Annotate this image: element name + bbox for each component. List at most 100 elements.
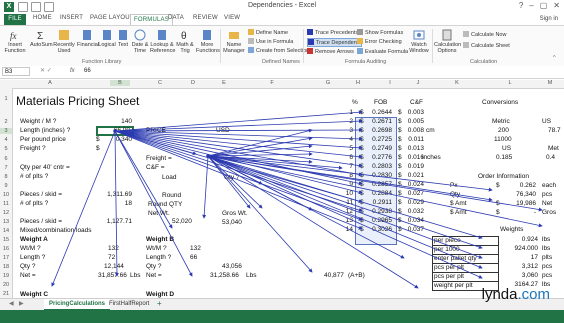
column-header[interactable]: L [500,80,520,86]
formula-auditing-group-label: Formula Auditing [345,59,387,65]
use-in-formula-button[interactable]: Use in Formula [248,38,293,45]
trace-dependents-button[interactable]: Trace Dependents [307,38,363,47]
row-header[interactable]: 17 [0,255,12,261]
logical-button[interactable]: Logical [98,29,116,48]
row-header[interactable]: 15 [0,237,12,243]
column-header[interactable]: B [110,80,130,86]
evaluate-formula-button[interactable]: Evaluate Formula [357,48,408,55]
tab-file[interactable]: FILE [4,14,26,25]
column-header[interactable]: F [262,80,282,86]
help-icon[interactable]: ? [519,1,523,10]
remove-arrows-button[interactable]: Remove Arrows [307,48,354,55]
row-header[interactable]: 11 [0,201,12,207]
tab-view[interactable]: VIEW [224,15,240,21]
collapse-ribbon-icon[interactable]: ^ [553,55,556,61]
more-functions-button[interactable]: More Functions [196,29,220,54]
column-header[interactable]: G [318,80,338,86]
row-header[interactable]: 7 [0,165,12,171]
group-separator [303,29,304,63]
recently-used-button[interactable]: Recently Used [53,29,75,54]
row-header[interactable]: 20 [0,282,12,288]
sigma-icon: Σ [37,31,43,41]
row-header[interactable]: 21 [0,291,12,297]
row-header[interactable]: 13 [0,219,12,225]
worksheet-grid[interactable]: Materials Pricing Sheet Weight / M ? Len… [12,88,564,298]
column-header[interactable]: M [540,80,560,86]
trace-precedents-button[interactable]: Trace Precedents [307,29,358,36]
column-header[interactable]: K [447,80,467,86]
sign-in-link[interactable]: Sign in [540,16,558,22]
define-name-button[interactable]: Define Name [248,29,288,36]
column-header[interactable]: J [408,80,428,86]
column-header[interactable]: A [40,80,60,86]
column-header[interactable]: D [183,80,203,86]
tab-review[interactable]: REVIEW [193,15,218,21]
insert-function-button[interactable]: fx Insert Function [4,29,26,54]
row-header[interactable]: 18 [0,264,12,270]
column-header[interactable]: C [150,80,170,86]
theta-icon: θ [181,31,187,41]
row-header[interactable]: 2 [0,119,12,125]
row-header[interactable]: 1 [0,96,12,102]
trace-arrow [207,155,543,212]
fx-icon[interactable]: fx [70,68,75,74]
trace-arrow [114,130,193,277]
row-header[interactable]: 12 [0,210,12,216]
arrow-origin-dot [206,154,210,158]
calculate-now-button[interactable]: Calculate Now [463,31,506,38]
trace-arrow [207,155,483,279]
column-header[interactable]: I [380,80,400,86]
column-header[interactable]: E [214,80,234,86]
date-time-button[interactable]: Date & Time [131,29,149,54]
lookup-reference-button[interactable]: Lookup & Reference [150,29,175,54]
enter-icon[interactable]: ✓ [47,68,52,74]
calculation-options-button[interactable]: Calculation Options [434,29,461,54]
row-header[interactable]: 9 [0,183,12,189]
math-trig-button[interactable]: θ Math & Trig [175,29,195,54]
tab-insert[interactable]: INSERT [60,15,83,21]
error-checking-button[interactable]: Error Checking [357,38,402,45]
name-manager-button[interactable]: Name Manager [223,29,245,54]
financial-button[interactable]: Financial [77,29,99,48]
maximize-icon[interactable]: ▢ [540,1,548,10]
row-header[interactable]: 3 [0,128,12,134]
calculate-sheet-button[interactable]: Calculate Sheet [463,42,510,49]
column-header[interactable]: H [348,80,368,86]
show-formulas-icon [357,29,363,35]
add-sheet-icon[interactable]: + [152,299,167,309]
text-button[interactable]: Text [116,29,130,48]
minimize-icon[interactable]: – [529,1,533,10]
show-formulas-button[interactable]: Show Formulas [357,29,403,36]
create-from-selection-button[interactable]: Create from Selection [248,47,309,54]
tab-page-layout[interactable]: PAGE LAYOUT [90,15,134,21]
row-header[interactable]: 6 [0,156,12,162]
trace-arrow [114,130,363,212]
formula-icon [248,38,254,44]
defined-names-group-label: Defined Names [262,59,300,65]
fx-icon: fx [10,31,17,41]
title-bar: X Dependencies - Excel ? – ▢ ✕ [0,0,564,15]
row-header[interactable]: 8 [0,174,12,180]
row-header[interactable]: 14 [0,228,12,234]
formula-input[interactable]: 66 [84,68,91,74]
row-header[interactable]: 10 [0,192,12,198]
trace-arrow [114,130,197,156]
error-checking-icon [357,38,363,44]
autosum-button[interactable]: Σ AutoSum [30,29,53,48]
name-box[interactable]: B3 [2,67,30,76]
tab-formulas[interactable]: FORMULAS [130,14,173,25]
lynda-watermark: lynda.com [481,286,550,303]
tab-data[interactable]: DATA [168,15,184,21]
tab-home[interactable]: HOME [33,15,52,21]
watch-window-button[interactable]: Watch Window [408,29,430,54]
cancel-icon[interactable]: ✕ [40,68,45,74]
close-icon[interactable]: ✕ [553,1,560,10]
book-icon [158,30,166,40]
row-header[interactable]: 19 [0,273,12,279]
sheet-nav-right-icon[interactable]: ▶ [14,299,29,309]
row-header[interactable]: 4 [0,137,12,143]
row-header[interactable]: 16 [0,246,12,252]
row-header[interactable]: 5 [0,146,12,152]
sheet-tab-first-half-report[interactable]: FirstHalfReport [104,299,154,309]
svg-text:θ: θ [181,31,187,41]
